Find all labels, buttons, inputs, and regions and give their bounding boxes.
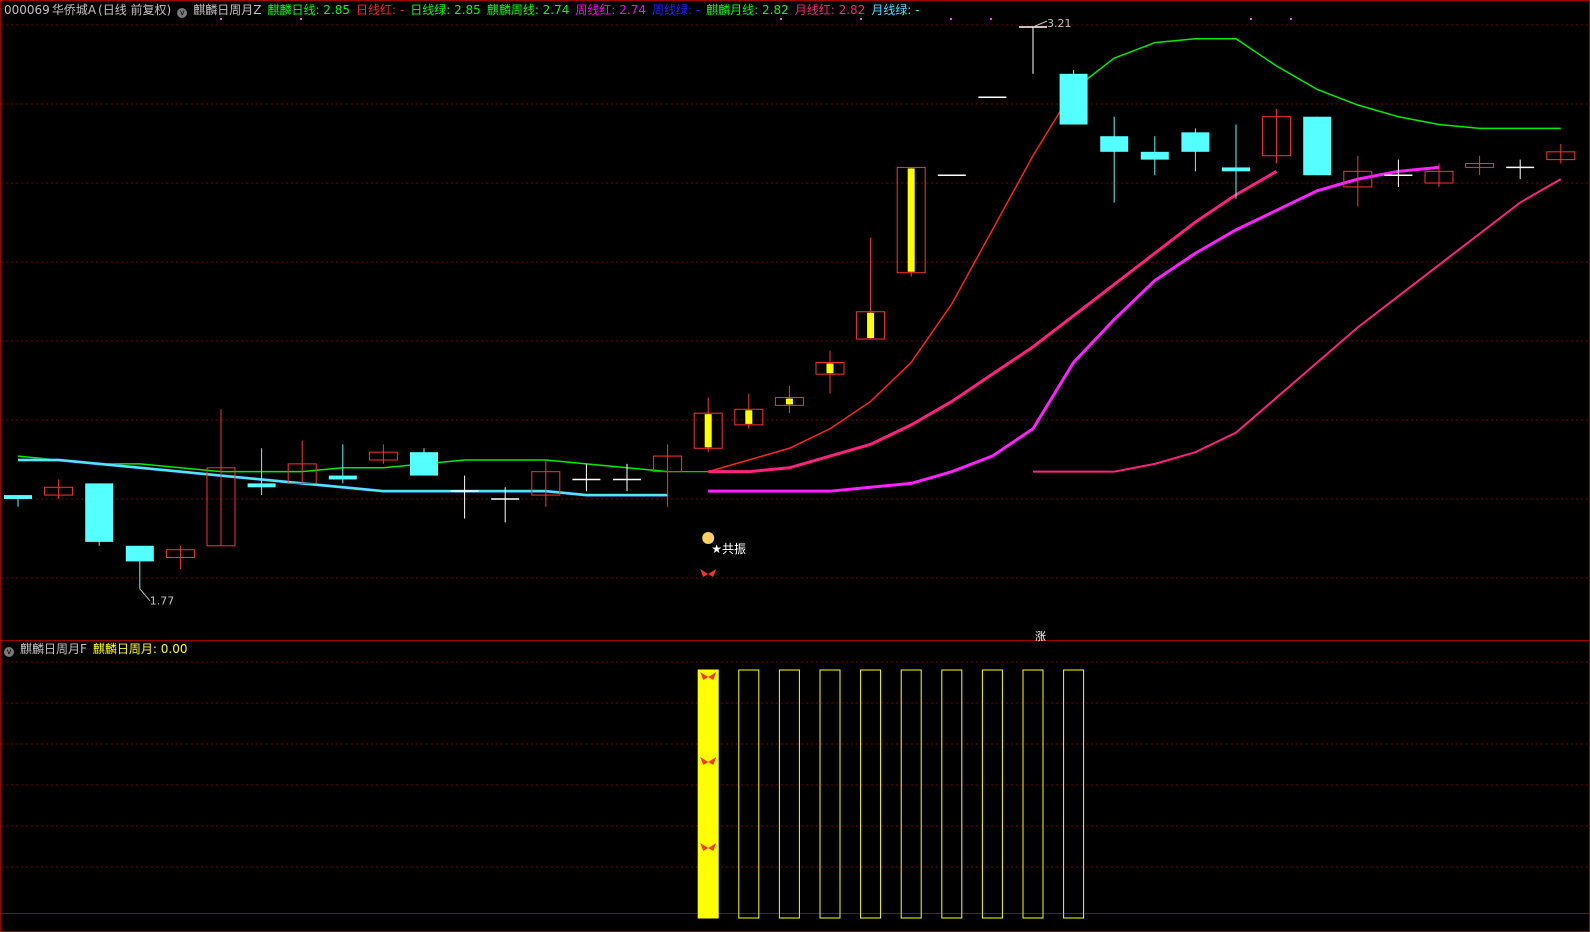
candle-down [4, 495, 32, 499]
signal-bar [697, 669, 719, 919]
signal-bar [778, 669, 800, 919]
high-price-label: 3.21 [1047, 17, 1072, 30]
top-signal-dot [950, 18, 952, 20]
top-signal-dot [300, 18, 302, 20]
candle-down [410, 452, 438, 476]
top-signal-dot [1250, 18, 1252, 20]
candle-signal-core [785, 398, 793, 405]
top-signal-dot [780, 18, 782, 20]
high-pointer [1032, 20, 1048, 28]
top-signal-dot [990, 18, 992, 20]
chart-window: 000069 华侨城A (日线 前复权) v 麒麟日周月Z 麒麟日线: 2.85 日线红: … [0, 0, 1590, 932]
candle-down [1303, 116, 1332, 176]
candle-down [1181, 132, 1210, 152]
signal-bar [860, 669, 882, 919]
candle-down [1222, 167, 1250, 172]
day-line-green-3 [1073, 37, 1561, 130]
candle-down [125, 545, 154, 562]
top-signal-dot [860, 18, 862, 20]
candle-signal-core [907, 168, 915, 272]
low-price-label: 1.77 [150, 595, 175, 608]
candle-down [1059, 73, 1088, 125]
signal-bar [941, 669, 963, 919]
signal-bar [738, 669, 760, 919]
top-signal-dot [220, 18, 222, 20]
resonance-signal-label: ★共振 [711, 542, 746, 556]
month-line-pink [1033, 178, 1562, 473]
signal-bar [981, 669, 1003, 919]
candle-down [247, 483, 276, 488]
candle-down [1100, 136, 1129, 152]
candle-signal-core [704, 414, 712, 448]
candle-signal-core [867, 312, 875, 339]
zhang-marker: 涨 [1035, 630, 1046, 643]
signal-bar [1022, 669, 1044, 919]
signal-bar [1063, 669, 1085, 919]
top-signal-dot [1290, 18, 1292, 20]
candle-down [328, 475, 357, 480]
butterfly-icon [700, 569, 717, 577]
signal-bar [819, 669, 841, 919]
price-chart[interactable]: 3.21 1.77 ★共振涨 [0, 0, 1590, 932]
candle-signal-core [826, 363, 834, 374]
candle-down [1140, 151, 1169, 160]
day-line-green-2 [667, 400, 871, 473]
signal-bar [900, 669, 922, 919]
month-line-pink-2 [708, 170, 1278, 474]
candle-signal-core [745, 410, 753, 424]
week-line-magenta [708, 165, 1440, 493]
candle-down [85, 483, 114, 542]
low-pointer [139, 588, 151, 602]
